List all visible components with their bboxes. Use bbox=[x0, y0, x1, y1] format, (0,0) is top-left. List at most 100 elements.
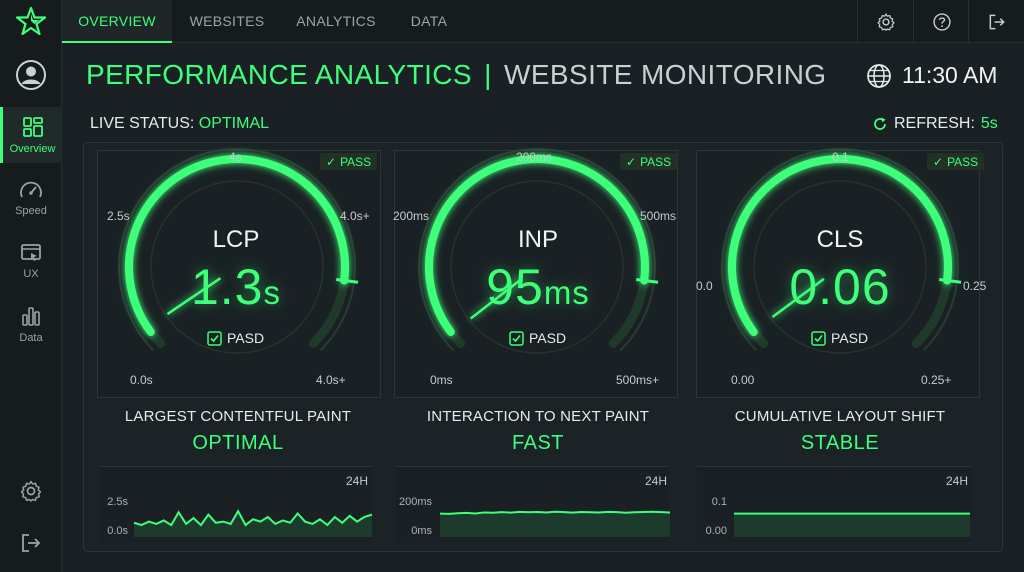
metric-state: FAST bbox=[511, 432, 564, 454]
refresh-control[interactable]: REFRESH: 5s bbox=[872, 115, 998, 133]
gauge-tick-label: 0.25+ bbox=[921, 373, 952, 387]
sidebar-item-label: Overview bbox=[9, 142, 56, 155]
title-separator: | bbox=[484, 59, 492, 90]
logout-icon[interactable] bbox=[19, 531, 43, 555]
gauge-value: 1.3s bbox=[136, 258, 336, 316]
app-logo-icon[interactable] bbox=[15, 7, 47, 35]
tab-data[interactable]: DATA bbox=[390, 0, 468, 43]
gauge-value: 0.06 bbox=[740, 258, 940, 316]
gauge-name: LCP bbox=[212, 226, 260, 253]
bar-chart-icon bbox=[22, 306, 40, 326]
live-status: LIVE STATUS: OPTIMAL bbox=[90, 115, 269, 133]
sidebar-item-label: Data bbox=[19, 331, 43, 344]
gauge-tick-label: 4s bbox=[229, 150, 242, 164]
top-nav: OVERVIEW WEBSITES ANALYTICS DATA bbox=[62, 0, 1024, 43]
gauge-value-unit: s bbox=[263, 274, 281, 311]
metric-state: OPTIMAL bbox=[192, 432, 284, 454]
pass-badge: ✓ PASS bbox=[620, 153, 678, 170]
sparkline-y-low: 0.0s bbox=[107, 525, 128, 537]
pass-badge: ✓ PASS bbox=[927, 153, 985, 170]
tab-websites[interactable]: WEBSITES bbox=[172, 0, 282, 43]
live-status-label: LIVE STATUS: bbox=[90, 115, 195, 132]
sparkline-y-low: 0.00 bbox=[705, 525, 727, 537]
metric-name: LARGEST CONTENTFUL PAINT bbox=[124, 408, 352, 425]
sparkline-card-inp[interactable] bbox=[395, 466, 669, 542]
sidebar-item-label: Speed bbox=[15, 204, 47, 217]
check-box-icon bbox=[207, 330, 222, 346]
gauge-name: CLS bbox=[816, 226, 864, 253]
page-title: PERFORMANCE ANALYTICS | WEBSITE MONITORI… bbox=[86, 59, 827, 91]
logout-button[interactable] bbox=[968, 0, 1024, 43]
user-avatar-icon[interactable] bbox=[15, 59, 47, 91]
sparkline-card-lcp[interactable] bbox=[99, 466, 373, 542]
sparkline-y-high: 200ms bbox=[398, 496, 432, 508]
sparkline-range: 24H bbox=[645, 474, 668, 488]
gauge-tick-label: 0.0s bbox=[130, 373, 153, 387]
refresh-label: REFRESH: bbox=[894, 115, 975, 132]
metric-name: INTERACTION TO NEXT PAINT bbox=[426, 408, 650, 425]
gauge-tick-label: 500ms bbox=[640, 209, 677, 223]
gauge-tick-label: 0.0 bbox=[696, 279, 713, 293]
sparkline-y-high: 2.5s bbox=[107, 496, 128, 508]
check-icon: ✓ bbox=[326, 154, 337, 169]
tab-analytics[interactable]: ANALYTICS bbox=[282, 0, 390, 43]
sidebar-item-label: UX bbox=[23, 267, 39, 280]
pass-badge-label: PASS bbox=[340, 154, 372, 169]
pass-badge-label: PASS bbox=[947, 154, 979, 169]
gauge-tick-label: 0.00 bbox=[731, 373, 755, 387]
speedometer-icon bbox=[20, 181, 42, 197]
metric-state: STABLE bbox=[800, 432, 880, 454]
check-icon: ✓ bbox=[626, 154, 637, 169]
help-icon bbox=[932, 12, 951, 31]
sparkline-y-low: 0ms bbox=[411, 525, 432, 537]
sidebar-item-speed[interactable]: Speed bbox=[0, 170, 62, 226]
gauge-pass-label: PASD bbox=[529, 330, 567, 346]
title-primary: PERFORMANCE ANALYTICS bbox=[86, 59, 472, 90]
gauge-tick-label: 4.0s+ bbox=[340, 209, 370, 223]
sidebar-item-ux[interactable]: UX bbox=[0, 233, 62, 289]
sparkline-range: 24H bbox=[346, 474, 369, 488]
gauge-tick-label: 0.25 bbox=[963, 279, 987, 293]
help-button[interactable] bbox=[913, 0, 969, 43]
gauge-value-number: 1.3 bbox=[190, 259, 264, 315]
settings-button[interactable] bbox=[857, 0, 913, 43]
ux-window-icon bbox=[21, 243, 41, 261]
sidebar: Overview Speed UX Data bbox=[0, 0, 62, 572]
clock-time: 11:30 AM bbox=[902, 62, 998, 88]
gauge-tick-label: 2.5s bbox=[107, 209, 130, 223]
check-icon: ✓ bbox=[933, 154, 944, 169]
settings-gear-icon[interactable] bbox=[19, 479, 43, 503]
sidebar-item-data[interactable]: Data bbox=[0, 296, 62, 352]
sidebar-item-overview[interactable]: Overview bbox=[0, 107, 62, 163]
gauge-value-number: 95 bbox=[486, 259, 544, 315]
gauge-value: 95ms bbox=[438, 258, 638, 316]
globe-icon bbox=[867, 63, 891, 88]
tab-overview[interactable]: OVERVIEW bbox=[62, 0, 172, 43]
sparkline-y-high: 0.1 bbox=[711, 496, 727, 508]
title-secondary: WEBSITE MONITORING bbox=[504, 59, 827, 90]
clock: 11:30 AM bbox=[866, 62, 997, 89]
gauge-pass-status: PASD bbox=[509, 330, 566, 346]
metric-name: CUMULATIVE LAYOUT SHIFT bbox=[734, 408, 946, 425]
gauge-pass-label: PASD bbox=[227, 330, 265, 346]
logout-icon bbox=[989, 14, 1005, 29]
check-box-icon bbox=[811, 330, 826, 346]
refresh-icon bbox=[874, 117, 886, 130]
gauge-tick-label: 200ms bbox=[516, 150, 553, 164]
pass-badge-label: PASS bbox=[640, 154, 672, 169]
check-box-icon bbox=[509, 330, 524, 346]
sparkline-card-cls[interactable] bbox=[697, 466, 971, 542]
gauge-tick-label: 0ms bbox=[430, 373, 453, 387]
gauge-tick-label: 0.1 bbox=[832, 150, 849, 164]
live-status-value: OPTIMAL bbox=[198, 115, 270, 132]
gauge-name: INP bbox=[517, 226, 558, 253]
gauge-value-number: 0.06 bbox=[789, 259, 891, 315]
refresh-value: 5s bbox=[980, 115, 998, 132]
gauge-pass-label: PASD bbox=[831, 330, 869, 346]
gauge-tick-label: 4.0s+ bbox=[316, 373, 346, 387]
gauge-pass-status: PASD bbox=[811, 330, 868, 346]
dashboard-grid-icon bbox=[22, 116, 43, 137]
gauge-tick-label: 200ms bbox=[393, 209, 430, 223]
gauge-tick-label: 500ms+ bbox=[616, 373, 660, 387]
gauge-value-unit: ms bbox=[543, 274, 590, 311]
